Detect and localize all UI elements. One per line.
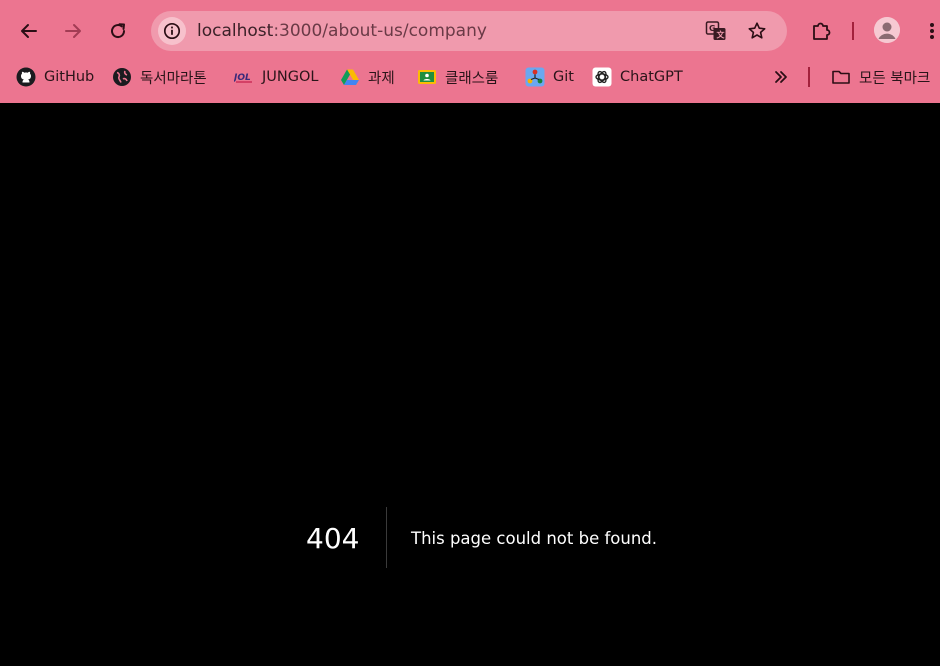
chevron-double-right-icon bbox=[771, 67, 791, 87]
forward-button[interactable] bbox=[59, 17, 87, 45]
bookmark-label: Git bbox=[553, 69, 574, 85]
translate-icon: G 文 bbox=[705, 21, 726, 40]
toolbar-divider bbox=[852, 22, 854, 40]
address-bar[interactable]: localhost:3000/about-us/company G 文 bbox=[151, 11, 787, 51]
bookmark-git[interactable]: Git bbox=[525, 62, 574, 92]
browser-menu-button[interactable] bbox=[918, 17, 940, 45]
svg-text:G: G bbox=[709, 24, 716, 33]
page-content: 404 This page could not be found. bbox=[0, 103, 940, 666]
back-arrow-icon bbox=[21, 24, 37, 38]
forward-arrow-icon bbox=[65, 24, 81, 38]
bookmark-label: 독서마라톤 bbox=[140, 70, 207, 87]
bookmark-label: 과제 bbox=[368, 70, 395, 87]
site-info-button[interactable] bbox=[158, 17, 186, 45]
bookmark-chatgpt[interactable]: ChatGPT bbox=[592, 62, 683, 92]
bookmarks-bar: GitHub 독서마라톤 JOL JUNGOL 과제 클래스룸 Git Chat… bbox=[0, 62, 940, 92]
bookmark-label: JUNGOL bbox=[262, 69, 319, 85]
url-text[interactable]: localhost:3000/about-us/company bbox=[197, 22, 487, 40]
star-icon bbox=[748, 22, 766, 39]
profile-button[interactable] bbox=[874, 17, 900, 43]
all-bookmarks-button[interactable]: 모든 북마크 bbox=[831, 62, 930, 92]
github-icon bbox=[16, 67, 36, 87]
bookmark-reading-marathon[interactable]: 독서마라톤 bbox=[112, 62, 207, 92]
error-status-code: 404 bbox=[306, 522, 360, 555]
all-bookmarks-label: 모든 북마크 bbox=[859, 70, 931, 87]
bookmarks-divider bbox=[808, 67, 810, 87]
bookmark-classroom[interactable]: 클래스룸 bbox=[417, 62, 498, 92]
bookmark-jungol[interactable]: JOL JUNGOL bbox=[234, 62, 318, 92]
bookmark-assignments[interactable]: 과제 bbox=[340, 62, 395, 92]
git-icon bbox=[525, 67, 545, 87]
url-host: localhost bbox=[197, 21, 274, 41]
info-icon bbox=[163, 22, 181, 40]
browser-chrome: localhost:3000/about-us/company G 文 GitH… bbox=[0, 0, 940, 103]
kebab-menu-icon bbox=[930, 23, 934, 39]
bookmark-label: 클래스룸 bbox=[445, 70, 499, 87]
avatar-icon bbox=[874, 17, 900, 43]
folder-icon bbox=[831, 67, 851, 87]
chatgpt-icon bbox=[592, 67, 612, 87]
jungol-icon: JOL bbox=[234, 67, 254, 87]
google-classroom-icon bbox=[417, 67, 437, 87]
bookmark-label: GitHub bbox=[44, 69, 95, 85]
bookmark-github[interactable]: GitHub bbox=[16, 62, 94, 92]
bookmarks-overflow-button[interactable] bbox=[771, 62, 791, 92]
bookmark-star-button[interactable] bbox=[746, 20, 768, 42]
back-button[interactable] bbox=[15, 17, 43, 45]
bookmark-label: ChatGPT bbox=[620, 69, 683, 85]
reload-button[interactable] bbox=[104, 17, 132, 45]
translate-button[interactable]: G 文 bbox=[705, 20, 727, 42]
puzzle-icon bbox=[813, 22, 831, 40]
google-drive-icon bbox=[340, 67, 360, 87]
globe-icon bbox=[112, 67, 132, 87]
svg-text:文: 文 bbox=[717, 30, 726, 40]
error-message: This page could not be found. bbox=[411, 529, 658, 548]
url-path: :3000/about-us/company bbox=[273, 21, 487, 41]
browser-toolbar: localhost:3000/about-us/company G 文 bbox=[0, 8, 940, 54]
reload-icon bbox=[111, 23, 126, 39]
extensions-button[interactable] bbox=[807, 17, 835, 45]
error-divider bbox=[386, 507, 387, 568]
